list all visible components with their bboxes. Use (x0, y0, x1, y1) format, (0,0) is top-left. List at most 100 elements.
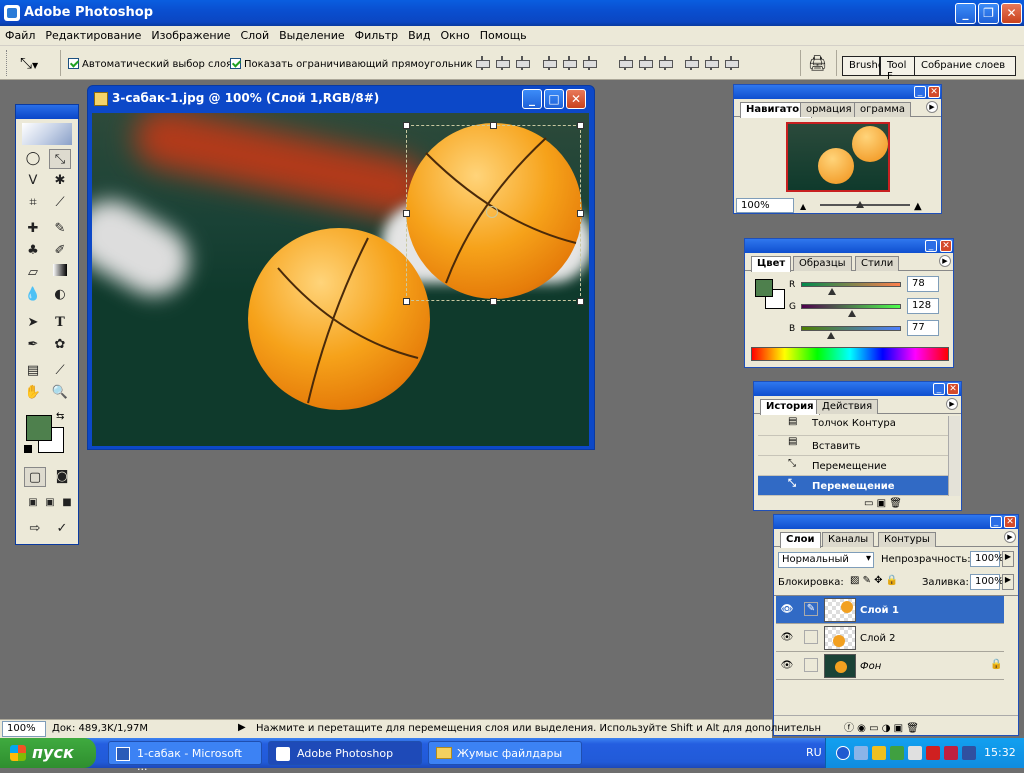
history-scrollbar[interactable] (948, 416, 960, 496)
status-menu-arrow-icon[interactable]: ▶ (238, 722, 246, 733)
menu-edit[interactable]: Редактирование (40, 26, 146, 42)
distribute-vcenter-icon[interactable] (638, 56, 653, 70)
adobe-online-icon[interactable] (22, 123, 72, 145)
well-tab-layer-comps[interactable]: Собрание слоев (914, 56, 1016, 76)
path-selection-tool-icon[interactable]: ➤ (22, 313, 44, 333)
navigator-zoom-thumb[interactable] (856, 201, 864, 208)
menu-file[interactable]: Файл (0, 26, 40, 42)
panel-minimize-button[interactable]: _ (990, 516, 1002, 528)
dodge-tool-icon[interactable]: ◐ (49, 285, 71, 305)
transform-handle[interactable] (403, 210, 410, 217)
red-slider-thumb[interactable] (828, 288, 836, 295)
clone-stamp-tool-icon[interactable]: ♣ (22, 241, 44, 261)
document-close-button[interactable]: ✕ (566, 89, 586, 109)
navigator-thumbnail[interactable] (786, 122, 890, 192)
distribute-bottom-icon[interactable] (658, 56, 673, 70)
blue-slider[interactable] (801, 326, 901, 331)
align-right-icon[interactable] (582, 56, 597, 70)
restore-button[interactable]: ❐ (978, 3, 999, 24)
eye-icon[interactable]: 👁 (780, 604, 794, 616)
distribute-hcenter-icon[interactable] (704, 56, 719, 70)
eye-icon[interactable]: 👁 (780, 632, 794, 644)
red-slider[interactable] (801, 282, 901, 287)
marquee-tool-icon[interactable]: ◯ (22, 149, 44, 169)
tab-styles[interactable]: Стили (855, 256, 900, 271)
gradient-tool-icon[interactable] (49, 263, 71, 283)
tab-paths[interactable]: Контуры (878, 532, 936, 547)
panel-header[interactable]: _ ✕ (774, 515, 1018, 529)
blue-slider-thumb[interactable] (827, 332, 835, 339)
history-footer-icons[interactable]: ▭ ▣ 🗑 (864, 498, 902, 509)
crop-tool-icon[interactable]: ⌗ (22, 193, 44, 213)
document-size-info[interactable]: Док: 489,3K/1,97M (52, 723, 148, 734)
slice-tool-icon[interactable]: ⟋ (49, 193, 71, 213)
auto-select-checkbox[interactable] (68, 58, 79, 69)
taskbar-item-photoshop[interactable]: Adobe Photoshop (268, 741, 422, 765)
transform-handle[interactable] (577, 210, 584, 217)
magic-wand-tool-icon[interactable]: ✱ (49, 171, 71, 191)
tab-layers[interactable]: Слои (780, 532, 821, 548)
layer-row[interactable]: 👁 ✎ Слой 1 (776, 596, 1004, 624)
distribute-top-icon[interactable] (618, 56, 633, 70)
panel-header[interactable]: _ ✕ (745, 239, 953, 253)
move-tool-icon[interactable]: ⤡ (49, 149, 71, 169)
green-slider[interactable] (801, 304, 901, 309)
tab-info[interactable]: ормация (800, 102, 858, 117)
distribute-left-icon[interactable] (684, 56, 699, 70)
history-item-current[interactable]: ⤡ Перемещение (758, 476, 948, 496)
panel-close-button[interactable]: ✕ (1004, 516, 1016, 528)
layer-row[interactable]: 👁 Фон 🔒 (776, 652, 1004, 680)
transform-handle[interactable] (490, 298, 497, 305)
tab-actions[interactable]: Действия (816, 399, 879, 414)
well-tab-tool-presets[interactable]: Tool F (880, 56, 916, 82)
panel-minimize-button[interactable]: _ (925, 240, 937, 252)
align-left-icon[interactable] (542, 56, 557, 70)
tray-app-icon[interactable] (890, 746, 904, 760)
jump-to-imageready-icon[interactable]: ⇨ (24, 519, 46, 539)
zoom-in-icon[interactable]: ▲ (914, 201, 922, 212)
panel-minimize-button[interactable]: _ (933, 383, 945, 395)
panel-close-button[interactable]: ✕ (940, 240, 952, 252)
toolbox-header[interactable] (16, 105, 78, 119)
menu-select[interactable]: Выделение (274, 26, 350, 42)
tab-color[interactable]: Цвет (751, 256, 792, 272)
history-item[interactable]: ⤡ Перемещение (758, 456, 948, 476)
minimize-button[interactable]: _ (955, 3, 976, 24)
network-icon[interactable] (854, 746, 868, 760)
healing-brush-tool-icon[interactable]: ✚ (22, 219, 44, 239)
zoom-tool-icon[interactable]: 🔍 (49, 383, 71, 403)
transform-handle[interactable] (403, 298, 410, 305)
type-tool-icon[interactable]: T (49, 313, 71, 333)
clock[interactable]: 15:32 (984, 746, 1016, 759)
transform-center-point[interactable] (486, 206, 498, 218)
brush-tool-icon[interactable]: ✎ (49, 219, 71, 239)
document-canvas[interactable] (92, 113, 589, 446)
blend-mode-select[interactable]: Нормальный ▾ (778, 552, 874, 568)
panel-header[interactable]: _ ✕ (734, 85, 941, 99)
auto-select-option[interactable]: Автоматический выбор слоя (68, 57, 232, 70)
full-screen-icon[interactable]: ■ (56, 493, 78, 513)
transform-handle[interactable] (403, 122, 410, 129)
panel-menu-icon[interactable]: ▶ (939, 255, 951, 267)
language-indicator[interactable]: RU (806, 746, 822, 759)
menu-window[interactable]: Окно (435, 26, 474, 42)
file-browser-icon[interactable]: 🖨 (808, 54, 827, 72)
green-value-field[interactable]: 128 (907, 298, 939, 314)
tray-close-icon[interactable] (944, 746, 958, 760)
fill-field[interactable]: 100% (970, 574, 1004, 590)
color-spectrum-ramp[interactable] (751, 347, 949, 361)
document-maximize-button[interactable]: □ (544, 89, 564, 109)
navigator-zoom-field[interactable]: 100% (736, 198, 794, 213)
quick-mask-mode-icon[interactable]: ◙ (51, 467, 73, 487)
opacity-arrow-icon[interactable]: ▶ (1002, 551, 1014, 567)
panel-menu-icon[interactable]: ▶ (1004, 531, 1016, 543)
navigator-zoom-slider[interactable] (820, 204, 910, 206)
move-tool-preset-icon[interactable]: ⤡▼ (20, 54, 38, 72)
panel-menu-icon[interactable]: ▶ (946, 398, 958, 410)
align-vcenter-icon[interactable] (495, 56, 510, 70)
standard-mode-icon[interactable]: ▢ (24, 467, 46, 487)
layer-row[interactable]: 👁 Слой 2 (776, 624, 1004, 652)
green-slider-thumb[interactable] (848, 310, 856, 317)
align-hcenter-icon[interactable] (562, 56, 577, 70)
notes-tool-icon[interactable]: ▤ (22, 361, 44, 381)
